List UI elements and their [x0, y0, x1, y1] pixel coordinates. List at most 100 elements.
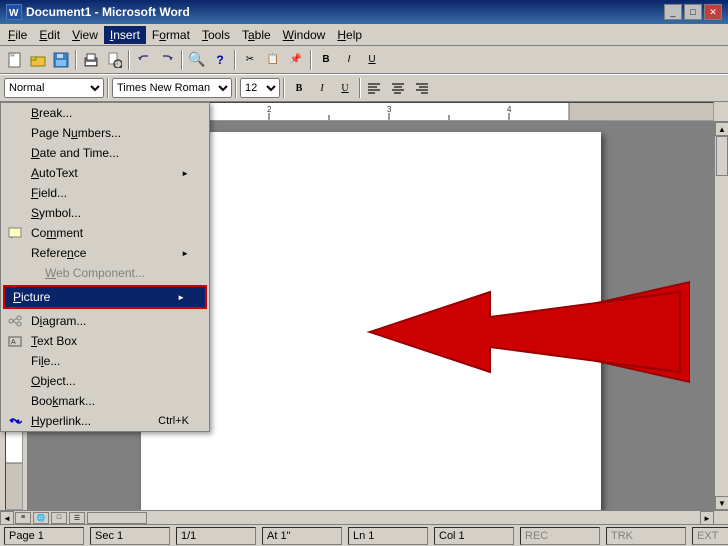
web-view-button[interactable]: 🌐	[33, 512, 49, 524]
toolbar-separator-3	[181, 50, 183, 70]
menu-window[interactable]: Window	[277, 26, 332, 44]
document-page: |	[141, 132, 601, 510]
scrollbar-corner-top	[714, 102, 728, 121]
menu-field[interactable]: Field...	[1, 183, 209, 203]
menu-bar: File Edit View Insert Format Tools Table…	[0, 24, 728, 46]
view-mode-buttons: ≡ 🌐 □ ☰	[14, 511, 86, 524]
title-bar: W Document1 - Microsoft Word _ □ ✕	[0, 0, 728, 24]
align-right-button[interactable]	[410, 77, 432, 99]
toolbar-separator-5	[310, 50, 312, 70]
align-center-button[interactable]	[387, 77, 409, 99]
rec-status: REC	[520, 527, 600, 545]
italic-button[interactable]: I	[338, 49, 360, 71]
app-icon: W	[6, 4, 22, 20]
paste-button[interactable]: 📌	[285, 49, 307, 71]
new-button[interactable]	[4, 49, 26, 71]
toolbar-separator-1	[75, 50, 77, 70]
document-content[interactable]: |	[141, 132, 601, 207]
scrollbar-corner	[714, 511, 728, 524]
size-dropdown[interactable]: 12	[240, 78, 280, 98]
open-button[interactable]	[27, 49, 49, 71]
menu-bookmark[interactable]: Bookmark...	[1, 391, 209, 411]
cut-button[interactable]: ✂	[239, 49, 261, 71]
undo-button[interactable]	[133, 49, 155, 71]
menu-insert[interactable]: Insert	[104, 26, 146, 44]
toolbar: 🔍 ? ✂ 📋 📌 B I U	[0, 46, 728, 74]
scroll-thumb[interactable]	[716, 136, 728, 176]
comment-icon	[5, 227, 25, 239]
h-scroll-track	[86, 511, 700, 524]
toolbar-separator-2	[128, 50, 130, 70]
svg-text:4: 4	[507, 105, 512, 114]
print-preview-button[interactable]	[103, 49, 125, 71]
bold-fmt-button[interactable]: B	[288, 77, 310, 99]
col-status: Col 1	[434, 527, 514, 545]
textbox-icon: A	[5, 335, 25, 347]
print-view-button[interactable]: □	[51, 512, 67, 524]
section-status: Sec 1	[90, 527, 170, 545]
svg-text:3: 3	[387, 105, 392, 114]
copy-button[interactable]: 📋	[262, 49, 284, 71]
minimize-button[interactable]: _	[664, 4, 682, 20]
menu-hyperlink[interactable]: Hyperlink... Ctrl+K	[1, 411, 209, 431]
underline-button[interactable]: U	[361, 49, 383, 71]
scroll-track	[715, 136, 728, 496]
menu-edit[interactable]: Edit	[33, 26, 66, 44]
redo-button[interactable]	[156, 49, 178, 71]
ext-status: EXT	[692, 527, 728, 545]
menu-reference[interactable]: Reference ►	[1, 243, 209, 263]
page-of-status: 1/1	[176, 527, 256, 545]
h-scroll-thumb[interactable]	[87, 512, 147, 524]
status-bar: Page 1 Sec 1 1/1 At 1" Ln 1 Col 1 REC TR…	[0, 524, 728, 546]
menu-picture-wrapper: Picture ►	[3, 285, 207, 309]
menu-view[interactable]: View	[66, 26, 104, 44]
menu-symbol[interactable]: Symbol...	[1, 203, 209, 223]
window-title: Document1 - Microsoft Word	[26, 5, 664, 19]
scroll-right-button[interactable]: ►	[700, 511, 714, 524]
menu-diagram[interactable]: Diagram...	[1, 311, 209, 331]
menu-file[interactable]: File...	[1, 351, 209, 371]
menu-picture[interactable]: Picture ►	[5, 287, 205, 307]
align-left-button[interactable]	[364, 77, 386, 99]
insert-menu-dropdown: Break... Page Numbers... Date and Time..…	[0, 102, 210, 432]
menu-date-time[interactable]: Date and Time...	[1, 143, 209, 163]
save-button[interactable]	[50, 49, 72, 71]
page-status: Page 1	[4, 527, 84, 545]
normal-view-button[interactable]: ≡	[15, 512, 31, 524]
font-dropdown[interactable]: Times New Roman	[112, 78, 232, 98]
window-controls[interactable]: _ □ ✕	[664, 4, 722, 20]
menu-object[interactable]: Object...	[1, 371, 209, 391]
menu-break[interactable]: Break...	[1, 103, 209, 123]
menu-file[interactable]: File	[2, 26, 33, 44]
help-button[interactable]: ?	[209, 49, 231, 71]
menu-comment[interactable]: Comment	[1, 223, 209, 243]
menu-tools[interactable]: Tools	[196, 26, 236, 44]
style-dropdown[interactable]: Normal	[4, 78, 104, 98]
outline-view-button[interactable]: ☰	[69, 512, 85, 524]
horizontal-scrollbar: ◄ ≡ 🌐 □ ☰ ►	[0, 510, 728, 524]
menu-web-component[interactable]: Web Component...	[1, 263, 209, 283]
maximize-button[interactable]: □	[684, 4, 702, 20]
menu-help[interactable]: Help	[331, 26, 368, 44]
zoom-out-button[interactable]: 🔍	[186, 49, 208, 71]
close-button[interactable]: ✕	[704, 4, 722, 20]
menu-table[interactable]: Table	[236, 26, 277, 44]
menu-format[interactable]: Format	[146, 26, 196, 44]
fmt-separator-4	[359, 78, 361, 98]
underline-fmt-button[interactable]: U	[334, 77, 356, 99]
scroll-up-button[interactable]: ▲	[715, 122, 728, 136]
svg-text:A: A	[11, 339, 16, 346]
toolbar-separator-4	[234, 50, 236, 70]
scroll-down-button[interactable]: ▼	[715, 496, 728, 510]
italic-fmt-button[interactable]: I	[311, 77, 333, 99]
hyperlink-icon	[5, 415, 25, 427]
menu-page-numbers[interactable]: Page Numbers...	[1, 123, 209, 143]
fmt-separator-1	[107, 78, 109, 98]
scroll-left-button[interactable]: ◄	[0, 511, 14, 524]
menu-textbox[interactable]: A Text Box	[1, 331, 209, 351]
svg-text:2: 2	[267, 105, 272, 114]
menu-autotext[interactable]: AutoText ►	[1, 163, 209, 183]
print-button[interactable]	[80, 49, 102, 71]
bold-button[interactable]: B	[315, 49, 337, 71]
vertical-scrollbar[interactable]: ▲ ▼	[714, 122, 728, 510]
